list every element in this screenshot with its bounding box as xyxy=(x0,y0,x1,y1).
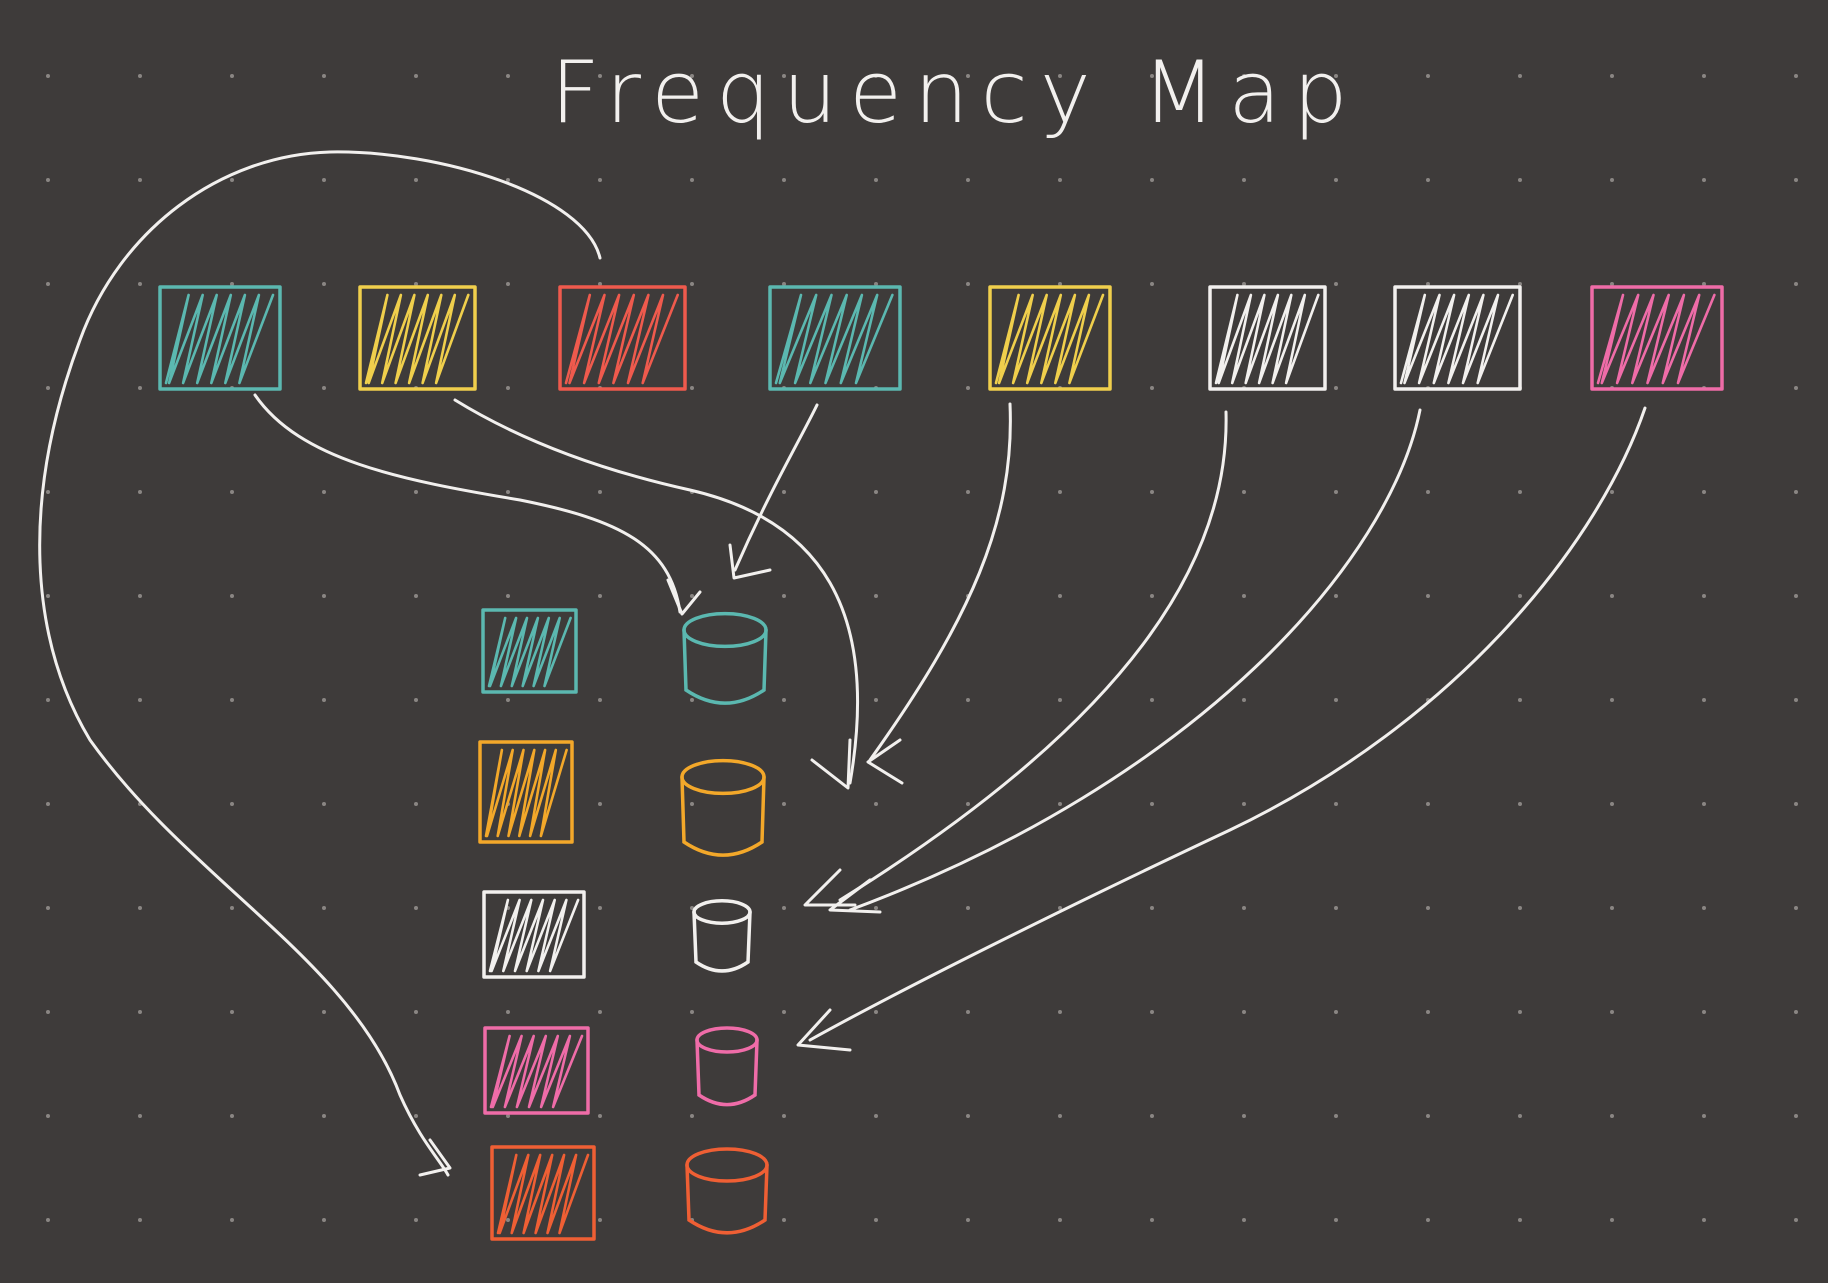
canvas-background xyxy=(0,0,1828,1283)
diagram-title: Frequency Map xyxy=(550,43,1359,143)
frequency-map-canvas: Frequency Map xyxy=(0,0,1828,1283)
